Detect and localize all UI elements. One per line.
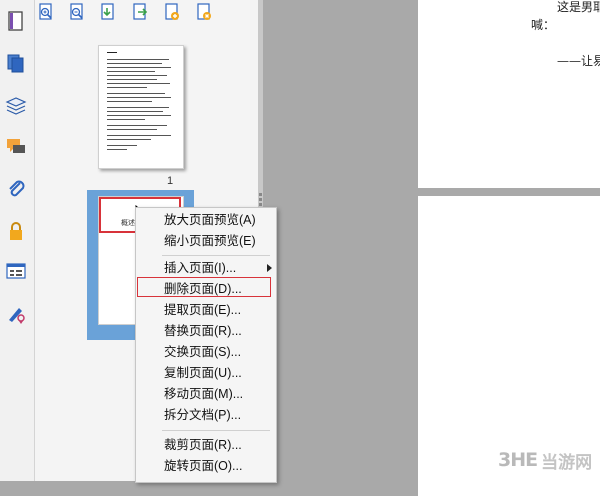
menu-item-zoom-out-preview[interactable]: 缩小页面预览(E)	[136, 231, 276, 252]
signature-icon[interactable]	[3, 300, 29, 326]
left-sidebar-rail	[0, 0, 35, 481]
insert-page-icon[interactable]	[99, 3, 117, 21]
page-number-label: 1	[167, 175, 174, 187]
menu-item-copy-page[interactable]: 复制页面(U)...	[136, 363, 276, 384]
menu-item-rotate-page[interactable]: 旋转页面(O)...	[136, 456, 276, 477]
menu-item-insert-page[interactable]: 插入页面(I)...	[136, 258, 276, 279]
document-page-1: 这是男耶 喊： ——让易	[418, 0, 600, 188]
zoom-out-thumbnail-icon[interactable]	[68, 3, 86, 21]
menu-item-move-page[interactable]: 移动页面(M)...	[136, 384, 276, 405]
menu-separator	[162, 430, 270, 431]
menu-item-delete-page[interactable]: 删除页面(D)...	[136, 279, 276, 300]
extract-page-icon[interactable]	[131, 3, 149, 21]
menu-item-split-document[interactable]: 拆分文档(P)...	[136, 405, 276, 426]
menu-separator	[162, 255, 270, 256]
menu-item-zoom-in-preview[interactable]: 放大页面预览(A)	[136, 210, 276, 231]
page-context-menu: 放大页面预览(A) 缩小页面预览(E) 插入页面(I)... 删除页面(D)..…	[135, 207, 277, 483]
thumbnail-text: 概述	[121, 220, 135, 227]
page-thumbnail-1[interactable]	[98, 45, 184, 169]
watermark-text: 当游网	[541, 452, 593, 473]
comments-icon[interactable]	[3, 134, 29, 160]
submenu-arrow-icon	[267, 264, 272, 272]
security-icon[interactable]	[3, 218, 29, 244]
pages-icon[interactable]	[3, 50, 29, 76]
page-text-line: ——让易	[557, 54, 600, 68]
page-text-line: 喊：	[531, 18, 556, 32]
menu-item-swap-page[interactable]: 交换页面(S)...	[136, 342, 276, 363]
layers-icon[interactable]	[3, 92, 29, 118]
menu-item-extract-page[interactable]: 提取页面(E)...	[136, 300, 276, 321]
menu-item-crop-page[interactable]: 裁剪页面(R)...	[136, 435, 276, 456]
zoom-in-thumbnail-icon[interactable]	[37, 3, 55, 21]
form-icon[interactable]	[3, 258, 29, 284]
watermark-logo: 3HE	[498, 449, 538, 471]
menu-item-label: 插入页面(I)...	[164, 261, 237, 275]
menu-item-replace-page[interactable]: 替换页面(R)...	[136, 321, 276, 342]
page-view-icon[interactable]	[3, 8, 29, 34]
page-text-line: 这是男耶	[557, 0, 600, 14]
site-watermark: 3HE 当游网	[498, 445, 596, 475]
thumbnail-toolbar	[35, 0, 258, 26]
delete-page-icon[interactable]	[195, 3, 213, 21]
add-page-icon[interactable]	[163, 3, 181, 21]
document-view: 这是男耶 喊： ——让易	[263, 0, 600, 496]
attachments-icon[interactable]	[3, 176, 29, 202]
